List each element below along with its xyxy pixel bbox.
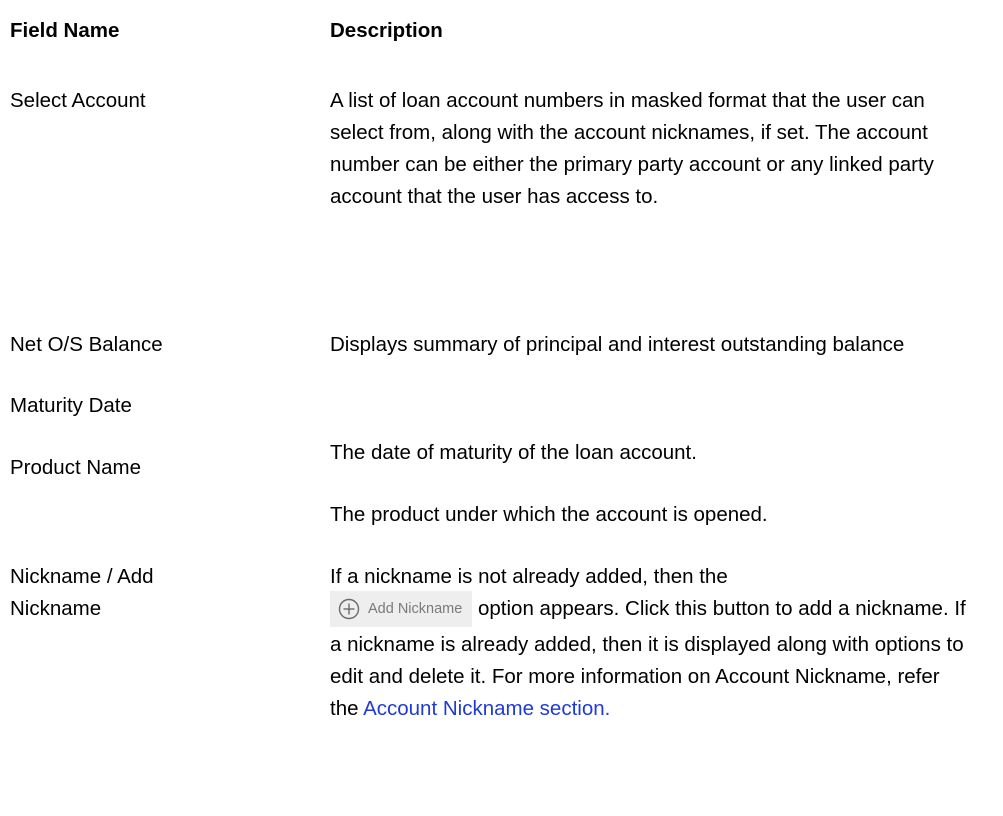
field-name-maturity-date: Maturity Date (10, 394, 132, 417)
description-nickname: If a nickname is not already added, then… (330, 561, 970, 725)
description-product-name: The product under which the account is o… (330, 503, 768, 526)
description-select-account: A list of loan account numbers in masked… (330, 89, 934, 208)
field-name-nickname: Nickname / Add Nickname (10, 565, 154, 620)
description-net-os-balance: Displays summary of principal and intere… (330, 333, 905, 356)
description-maturity-date: The date of maturity of the loan account… (330, 441, 697, 464)
field-name-select-account: Select Account (10, 89, 146, 112)
field-name-product-name: Product Name (10, 456, 142, 479)
column-header-field-name: Field Name (10, 19, 120, 42)
add-nickname-button[interactable]: Add Nickname (330, 591, 473, 627)
plus-circle-icon (338, 598, 360, 620)
account-nickname-section-link[interactable]: Account Nickname section. (363, 697, 610, 720)
add-nickname-button-label: Add Nickname (368, 601, 463, 617)
description-nickname-part1: If a nickname is not already added, then… (330, 565, 728, 588)
column-header-description: Description (330, 19, 443, 42)
document-page: Field Name Description Select Account A … (0, 0, 1003, 816)
field-name-net-os-balance: Net O/S Balance (10, 333, 163, 356)
